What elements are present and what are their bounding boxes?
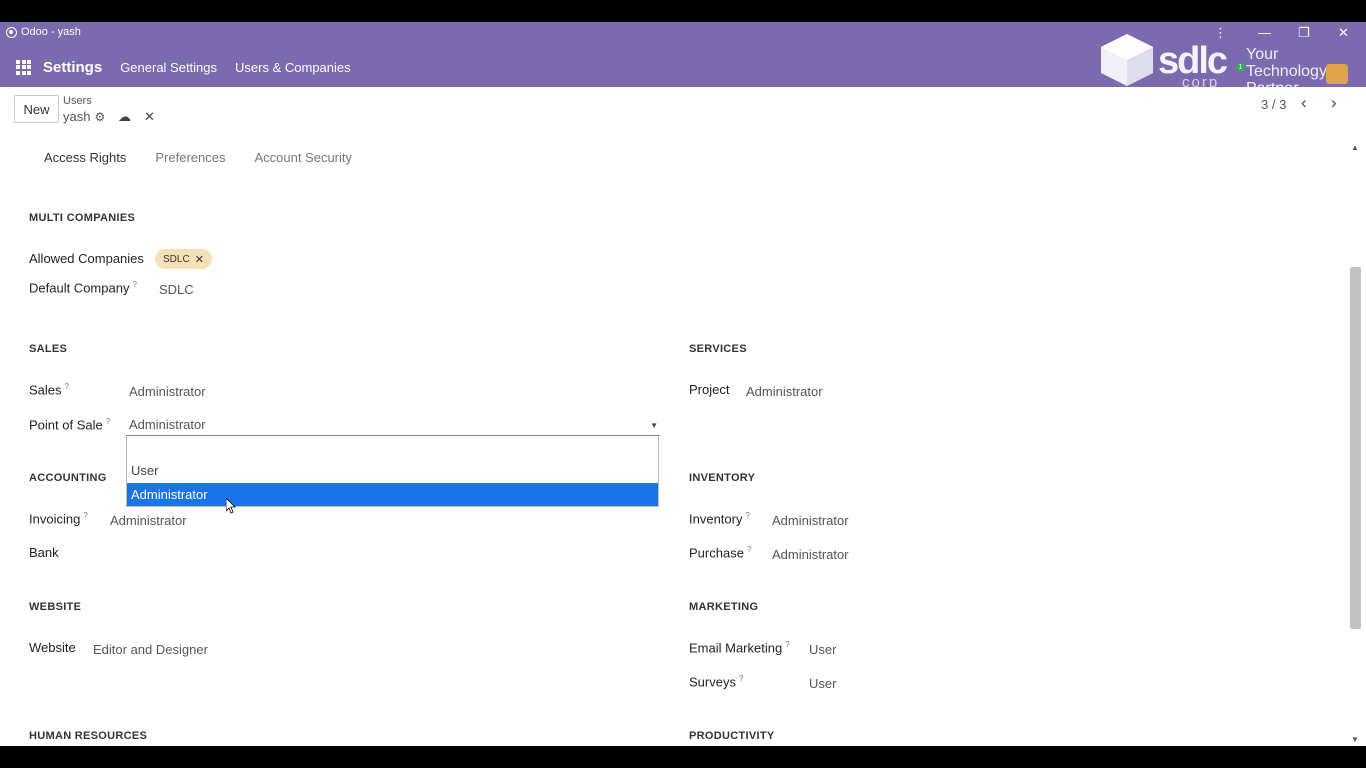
point-of-sale-dropdown: User Administrator	[126, 436, 659, 507]
chevron-left-icon[interactable]: ‹	[1301, 93, 1307, 113]
window-title-text: Odoo - yash	[21, 26, 81, 38]
control-panel: New Users yash ⚙ ☁ ✕ 3 / 3 ‹ ›	[0, 87, 1366, 137]
caret-down-icon: ▼	[650, 421, 658, 430]
remove-tag-icon[interactable]: ✕	[195, 253, 204, 266]
default-company-value[interactable]: SDLC	[159, 282, 194, 297]
scrollbar-thumb[interactable]	[1350, 267, 1361, 629]
sales-label: Sales?	[29, 382, 69, 398]
chevron-right-icon[interactable]: ›	[1331, 93, 1337, 113]
dropdown-option-user[interactable]: User	[127, 459, 658, 482]
section-productivity: PRODUCTIVITY	[689, 730, 775, 742]
gear-icon[interactable]: ⚙	[94, 110, 105, 124]
tab-account-security[interactable]: Account Security	[254, 150, 352, 165]
sdlc-logo-watermark: sdlc corp Your Technology Partner 1	[1096, 30, 1356, 97]
website-label: Website	[29, 640, 76, 655]
purchase-value[interactable]: Administrator	[772, 547, 849, 562]
default-company-label: Default Company?	[29, 280, 137, 296]
section-services: SERVICES	[689, 343, 747, 355]
new-button[interactable]: New	[14, 95, 59, 123]
bank-label: Bank	[29, 545, 59, 560]
mouse-cursor-icon	[226, 498, 236, 514]
section-human-resources: HUMAN RESOURCES	[29, 730, 148, 742]
form-tabs: Access Rights Preferences Account Securi…	[44, 150, 352, 165]
tab-access-rights[interactable]: Access Rights	[44, 150, 126, 165]
menu-users-companies[interactable]: Users & Companies	[235, 60, 351, 75]
scrollbar[interactable]: ▲ ▼	[1349, 141, 1363, 746]
section-marketing: MARKETING	[689, 601, 759, 613]
apps-menu-icon[interactable]	[16, 59, 31, 75]
email-marketing-label: Email Marketing?	[689, 640, 790, 656]
breadcrumb-users[interactable]: Users	[63, 95, 92, 107]
purchase-label: Purchase?	[689, 545, 752, 561]
save-cloud-icon[interactable]: ☁	[118, 109, 131, 125]
app-frame: Odoo - yash ⋮ — ❐ ✕ Settings General Set…	[0, 22, 1366, 746]
breadcrumb-current: yash ⚙	[63, 109, 105, 124]
menu-general-settings[interactable]: General Settings	[120, 60, 217, 75]
surveys-label: Surveys?	[689, 674, 744, 690]
project-label: Project	[689, 382, 730, 397]
website-value[interactable]: Editor and Designer	[93, 642, 208, 657]
dropdown-option-administrator[interactable]: Administrator	[127, 483, 658, 506]
section-website: WEBSITE	[29, 601, 82, 613]
project-value[interactable]: Administrator	[746, 384, 823, 399]
point-of-sale-select[interactable]: Administrator ▼	[126, 414, 660, 436]
scroll-up-icon[interactable]: ▲	[1351, 143, 1359, 152]
company-tag: SDLC ✕	[155, 249, 212, 269]
section-multi-companies: MULTI COMPANIES	[29, 212, 136, 224]
window-title: Odoo - yash	[6, 26, 81, 38]
app-icon	[6, 26, 17, 38]
top-bar: Odoo - yash ⋮ — ❐ ✕ Settings General Set…	[0, 22, 1366, 97]
user-avatar[interactable]	[1326, 64, 1348, 84]
inventory-label: Inventory?	[689, 511, 750, 527]
surveys-value[interactable]: User	[809, 676, 836, 691]
inventory-value[interactable]: Administrator	[772, 513, 849, 528]
email-marketing-value[interactable]: User	[809, 642, 836, 657]
invoicing-value[interactable]: Administrator	[110, 513, 187, 528]
allowed-companies-label: Allowed Companies	[29, 251, 144, 266]
cube-logo-icon	[1101, 34, 1153, 86]
breadcrumb-current-label: yash	[63, 109, 91, 124]
discard-icon[interactable]: ✕	[144, 109, 155, 125]
notification-badge[interactable]: 1	[1236, 63, 1245, 72]
point-of-sale-label: Point of Sale?	[29, 417, 111, 433]
section-inventory: INVENTORY	[689, 472, 756, 484]
tab-preferences[interactable]: Preferences	[155, 150, 225, 165]
main-navbar: Settings General Settings Users & Compan…	[0, 54, 351, 80]
sales-value[interactable]: Administrator	[129, 384, 206, 399]
scroll-down-icon[interactable]: ▼	[1351, 735, 1359, 744]
company-tag-label: SDLC	[163, 253, 190, 265]
section-sales: SALES	[29, 343, 68, 355]
invoicing-label: Invoicing?	[29, 511, 88, 527]
section-accounting: ACCOUNTING	[29, 472, 107, 484]
pager-value[interactable]: 3 / 3	[1261, 97, 1286, 112]
app-brand[interactable]: Settings	[43, 59, 102, 76]
point-of-sale-selected: Administrator	[129, 417, 206, 432]
